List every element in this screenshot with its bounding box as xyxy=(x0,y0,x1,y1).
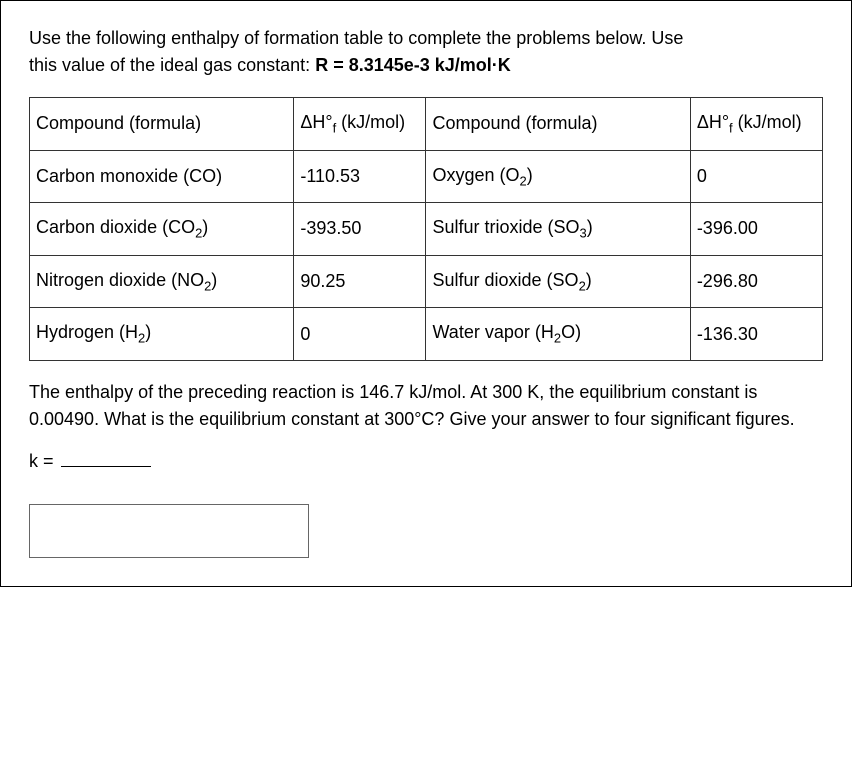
header-compound-right: Compound (formula) xyxy=(426,98,690,151)
table-row: Nitrogen dioxide (NO2) 90.25 Sulfur diox… xyxy=(30,255,823,308)
cell-value: 0 xyxy=(294,308,426,361)
problem-container: Use the following enthalpy of formation … xyxy=(0,0,852,587)
table-row: Carbon monoxide (CO) -110.53 Oxygen (O2)… xyxy=(30,150,823,203)
cell-value: 90.25 xyxy=(294,255,426,308)
cell-value: 0 xyxy=(690,150,822,203)
cell-compound: Hydrogen (H2) xyxy=(30,308,294,361)
intro-line2-pre: this value of the ideal gas constant: xyxy=(29,55,315,75)
cell-compound: Sulfur dioxide (SO2) xyxy=(426,255,690,308)
cell-value: -110.53 xyxy=(294,150,426,203)
header-dhf-right: ΔH°f (kJ/mol) xyxy=(690,98,822,151)
cell-compound: Water vapor (H2O) xyxy=(426,308,690,361)
k-label: k = xyxy=(29,451,59,471)
question-text: The enthalpy of the preceding reaction i… xyxy=(29,379,823,433)
intro-text: Use the following enthalpy of formation … xyxy=(29,25,823,79)
table-row: Carbon dioxide (CO2) -393.50 Sulfur trio… xyxy=(30,203,823,256)
answer-input[interactable] xyxy=(29,504,309,558)
answer-blank xyxy=(61,466,151,467)
intro-line1: Use the following enthalpy of formation … xyxy=(29,28,683,48)
gas-constant: R = 8.3145e-3 kJ/mol·K xyxy=(315,55,511,75)
cell-value: -393.50 xyxy=(294,203,426,256)
answer-prompt: k = xyxy=(29,451,823,472)
cell-compound: Carbon monoxide (CO) xyxy=(30,150,294,203)
cell-value: -396.00 xyxy=(690,203,822,256)
cell-compound: Sulfur trioxide (SO3) xyxy=(426,203,690,256)
table-row: Hydrogen (H2) 0 Water vapor (H2O) -136.3… xyxy=(30,308,823,361)
cell-compound: Carbon dioxide (CO2) xyxy=(30,203,294,256)
cell-compound: Oxygen (O2) xyxy=(426,150,690,203)
cell-compound: Nitrogen dioxide (NO2) xyxy=(30,255,294,308)
header-compound-left: Compound (formula) xyxy=(30,98,294,151)
enthalpy-table: Compound (formula) ΔH°f (kJ/mol) Compoun… xyxy=(29,97,823,361)
cell-value: -136.30 xyxy=(690,308,822,361)
header-dhf-left: ΔH°f (kJ/mol) xyxy=(294,98,426,151)
table-header-row: Compound (formula) ΔH°f (kJ/mol) Compoun… xyxy=(30,98,823,151)
cell-value: -296.80 xyxy=(690,255,822,308)
